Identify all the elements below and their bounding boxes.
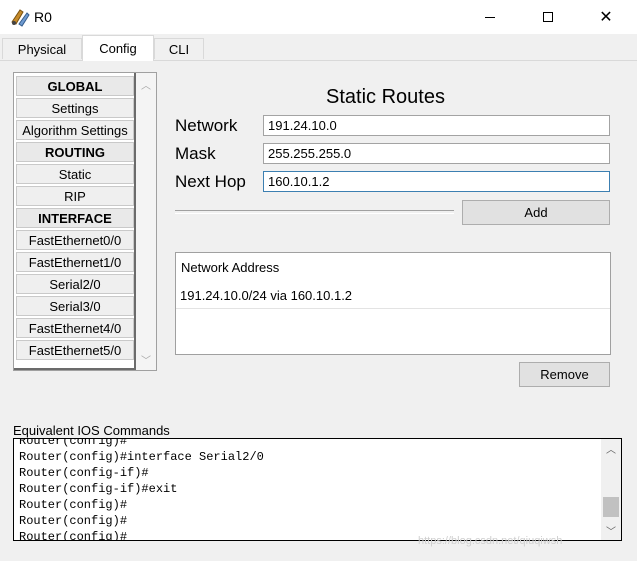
watermark: https://blog.csdn.net/qiuqiwsh	[418, 535, 563, 547]
close-icon: ✕	[599, 7, 613, 26]
tab-bar: Physical Config CLI	[0, 34, 637, 61]
minimize-icon	[485, 16, 495, 18]
ios-commands-label: Equivalent IOS Commands	[13, 423, 170, 438]
ios-line: Router(config)#interface Serial2/0	[19, 450, 264, 464]
add-button[interactable]: Add	[462, 200, 610, 225]
maximize-icon	[543, 12, 553, 22]
maximize-button[interactable]	[525, 0, 571, 34]
router-app-icon	[9, 7, 31, 27]
network-label: Network	[175, 116, 238, 135]
scroll-down-icon[interactable]: ﹀	[136, 350, 156, 368]
tab-cli[interactable]: CLI	[154, 38, 204, 59]
ios-line: Router(config-if)#exit	[19, 482, 178, 496]
window-title: R0	[34, 9, 52, 25]
config-nav-list: GLOBAL Settings Algorithm Settings ROUTING S…	[13, 72, 157, 371]
tab-physical[interactable]: Physical	[2, 38, 82, 59]
next-hop-input[interactable]	[263, 171, 610, 192]
remove-button[interactable]: Remove	[519, 362, 610, 387]
sidebar-item-fastethernet0-0[interactable]: FastEthernet0/0	[16, 230, 134, 250]
sidebar-item-serial3-0[interactable]: Serial3/0	[16, 296, 134, 316]
sidebar-item-interface: INTERFACE	[16, 208, 134, 228]
ios-line: Router(config)#	[19, 438, 128, 448]
sidebar-item-serial2-0[interactable]: Serial2/0	[16, 274, 134, 294]
ios-commands-output[interactable]: Router(config)# Router(config)#interface …	[13, 438, 622, 541]
route-entry: 191.24.10.0/24 via 160.10.1.2	[180, 288, 353, 303]
routes-table-header: Network Address	[181, 260, 280, 275]
sidebar-item-routing: ROUTING	[16, 142, 134, 162]
table-row[interactable]: 191.24.10.0/24 via 160.10.1.2	[176, 281, 610, 309]
config-nav-items: GLOBAL Settings Algorithm Settings ROUTING S…	[14, 73, 136, 370]
network-input[interactable]	[263, 115, 610, 136]
sidebar-item-settings[interactable]: Settings	[16, 98, 134, 118]
sidebar-item-static[interactable]: Static	[16, 164, 134, 184]
scroll-down-icon[interactable]: ﹀	[601, 523, 621, 538]
ios-line: Router(config)#	[19, 514, 128, 528]
ios-line: Router(config-if)#	[19, 466, 149, 480]
divider	[175, 210, 454, 214]
sidebar-item-fastethernet4-0[interactable]: FastEthernet4/0	[16, 318, 134, 338]
mask-label: Mask	[175, 144, 216, 163]
mask-input[interactable]	[263, 143, 610, 164]
title-bar: R0 ✕	[0, 0, 637, 34]
scroll-thumb[interactable]	[603, 497, 619, 517]
next-hop-label: Next Hop	[175, 172, 246, 191]
nav-scrollbar[interactable]: ︿ ﹀	[136, 73, 156, 370]
scroll-up-icon[interactable]: ︿	[601, 441, 621, 456]
minimize-button[interactable]	[467, 0, 513, 34]
routes-table: Network Address 191.24.10.0/24 via 160.1…	[175, 252, 611, 355]
ios-scrollbar[interactable]: ︿ ﹀	[601, 439, 621, 540]
ios-line: Router(config)#	[19, 498, 128, 512]
page-title: Static Routes	[326, 86, 445, 108]
sidebar-item-fastethernet1-0[interactable]: FastEthernet1/0	[16, 252, 134, 272]
sidebar-item-algorithm-settings[interactable]: Algorithm Settings	[16, 120, 134, 140]
scroll-up-icon[interactable]: ︿	[136, 75, 156, 93]
sidebar-item-fastethernet5-0[interactable]: FastEthernet5/0	[16, 340, 134, 360]
sidebar-item-global: GLOBAL	[16, 76, 134, 96]
close-button[interactable]: ✕	[583, 0, 629, 34]
tab-config[interactable]: Config	[82, 35, 154, 61]
ios-line: Router(config)#	[19, 530, 128, 541]
sidebar-item-rip[interactable]: RIP	[16, 186, 134, 206]
ios-command-lines: Router(config)# Router(config)#interface …	[19, 438, 264, 541]
